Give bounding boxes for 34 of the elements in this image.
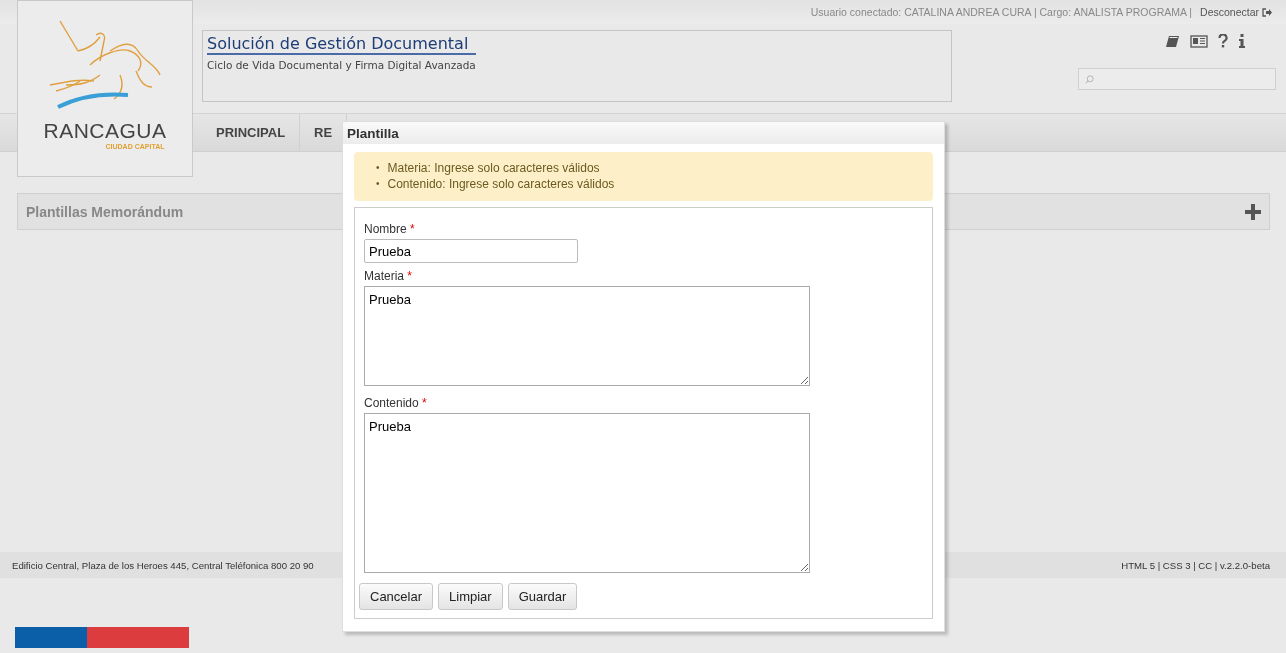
- newspaper-icon[interactable]: [1190, 34, 1208, 48]
- search-icon: [1085, 72, 1094, 86]
- text-area[interactable]: Prueba: [364, 286, 810, 386]
- info-icon[interactable]: [1238, 34, 1246, 48]
- required-mark: *: [407, 269, 413, 283]
- nav-item[interactable]: PRINCIPAL: [202, 114, 301, 151]
- field-label: Contenido *: [364, 396, 428, 410]
- field-label: Nombre *: [364, 222, 416, 236]
- logout-link[interactable]: Desconectar: [1200, 6, 1272, 18]
- dialog-title: Plantilla: [343, 122, 944, 144]
- dialog-button[interactable]: Guardar: [507, 583, 578, 610]
- required-mark: *: [422, 396, 427, 410]
- text-input[interactable]: Prueba: [364, 239, 578, 263]
- logo-name: RANCAGUA: [43, 119, 167, 143]
- text-area[interactable]: Prueba: [364, 413, 810, 573]
- app-subtitle: Ciclo de Vida Documental y Firma Digital Avanzada: [207, 59, 477, 71]
- user-info: Usuario conectado: CATALINA ANDREA CURA | Cargo: ANALISTA PROGRAMA |: [810, 6, 1193, 18]
- error-message: Contenido: Ingrese solo caracteres válidos: [387, 176, 615, 192]
- panel-title: Plantillas Memorándum: [26, 203, 184, 220]
- bullet-mark: •: [376, 177, 380, 191]
- required-mark: *: [410, 222, 415, 236]
- dialog-button[interactable]: Limpiar: [438, 583, 503, 610]
- help-icon[interactable]: [1218, 34, 1228, 48]
- field-label: Materia *: [364, 269, 414, 283]
- plus-icon[interactable]: [1245, 203, 1261, 220]
- footer-address: Edificio Central, Plaza de los Heroes 445, Central Teléfonica 800 20 90: [12, 559, 314, 571]
- footer-version: HTML 5 | CSS 3 | CC | v.2.2.0-beta: [1121, 559, 1270, 571]
- exit-icon: [1262, 7, 1272, 17]
- search-field[interactable]: [1078, 68, 1276, 90]
- error-message: Materia: Ingrese solo caracteres válidos: [387, 160, 600, 176]
- dialog-button[interactable]: Cancelar: [359, 583, 434, 610]
- bullet-mark: •: [376, 161, 380, 175]
- app-title: Solución de Gestión Documental: [207, 34, 477, 55]
- book-icon[interactable]: [1166, 34, 1180, 48]
